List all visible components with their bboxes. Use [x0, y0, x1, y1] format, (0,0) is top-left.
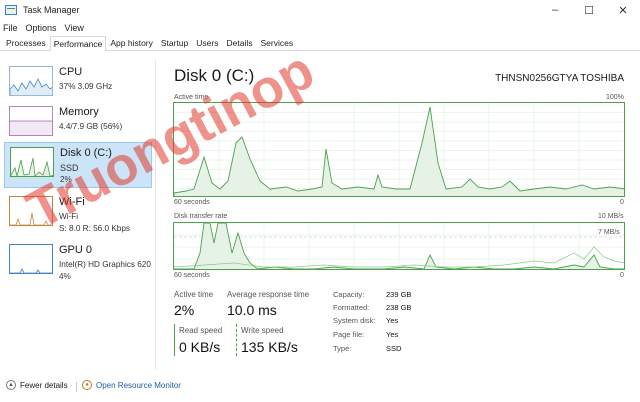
sidebar-item-gpu[interactable]: GPU 0 Intel(R) HD Graphics 620 4% — [4, 240, 152, 286]
write-speed-marker — [236, 324, 237, 356]
property-label: Capacity: — [333, 290, 365, 299]
sidebar-item-throughput: S: 8.0 R: 56.0 Kbps — [59, 224, 131, 233]
resource-monitor-icon: ● — [82, 380, 92, 390]
disk-thumbnail-graph — [10, 147, 54, 177]
tab-performance[interactable]: Performance — [49, 36, 107, 51]
maximize-button[interactable]: ☐ — [572, 0, 606, 20]
property-label: Type: — [333, 344, 352, 353]
read-speed-value: 0 KB/s — [179, 339, 221, 355]
menu-file[interactable]: File — [3, 23, 18, 33]
page-title: Disk 0 (C:) — [174, 66, 255, 85]
footer-bar: ▲ Fewer details ● Open Resource Monitor — [0, 374, 640, 402]
tab-app-history[interactable]: App history — [106, 36, 157, 50]
property-value: 238 GB — [386, 303, 412, 312]
write-speed-label: Write speed — [241, 326, 284, 335]
tab-processes[interactable]: Processes — [2, 36, 50, 50]
property-value: 239 GB — [386, 290, 412, 299]
cpu-thumbnail-graph — [9, 66, 53, 96]
menu-bar: File Options View — [0, 20, 640, 35]
memory-thumbnail-graph — [9, 106, 53, 136]
graph-transfer-rate-min: 0 — [620, 272, 624, 279]
sidebar-item-detail: SSD — [60, 163, 79, 173]
task-manager-icon — [5, 5, 17, 15]
graph-transfer-rate-window: 60 seconds — [174, 272, 210, 279]
sidebar-item-label: Disk 0 (C:) — [60, 147, 112, 159]
sidebar-item-label: CPU — [59, 66, 83, 78]
performance-sidebar: CPU 37% 3.09 GHz Memory 4.4/7.9 GB (56%)… — [0, 60, 156, 370]
graph-active-time-window: 60 seconds — [174, 199, 210, 206]
sidebar-item-detail: Wi-Fi — [59, 212, 79, 221]
graph-transfer-rate-reference: 7 MB/s — [598, 229, 620, 236]
close-button[interactable]: ✕ — [606, 0, 640, 20]
transfer-rate-graph — [173, 222, 625, 270]
device-model: THNSN0256GTYA TOSHIBA — [495, 73, 624, 84]
sidebar-item-detail: 37% 3.09 GHz — [59, 82, 113, 91]
write-speed-value: 135 KB/s — [241, 339, 298, 355]
minimize-button[interactable]: – — [538, 0, 572, 20]
open-resource-monitor-label: Open Resource Monitor — [96, 380, 181, 390]
active-time-value: 2% — [174, 302, 195, 318]
title-bar: Task Manager – ☐ ✕ — [0, 0, 640, 20]
tab-startup[interactable]: Startup — [157, 36, 192, 50]
sidebar-item-detail: 4.4/7.9 GB (56%) — [59, 122, 123, 131]
read-speed-label: Read speed — [179, 326, 223, 335]
graph-transfer-rate-title: Disk transfer rate — [174, 213, 228, 220]
sidebar-item-usage: 4% — [59, 272, 71, 281]
property-label: Page file: — [333, 330, 365, 339]
chevron-up-icon: ▲ — [6, 380, 16, 390]
sidebar-item-label: GPU 0 — [59, 244, 93, 256]
property-label: Formatted: — [333, 303, 370, 312]
menu-options[interactable]: Options — [26, 23, 57, 33]
tab-services[interactable]: Services — [256, 36, 297, 50]
tab-details[interactable]: Details — [223, 36, 257, 50]
fewer-details-label: Fewer details — [20, 380, 68, 390]
graph-transfer-rate-max: 10 MB/s — [598, 213, 624, 220]
read-speed-marker — [174, 324, 175, 356]
window-title: Task Manager — [23, 5, 80, 15]
avg-response-value: 10.0 ms — [227, 302, 277, 318]
sidebar-item-label: Wi-Fi — [59, 196, 85, 208]
graph-active-time-title: Active time — [174, 94, 209, 101]
avg-response-label: Average response time — [227, 290, 310, 299]
sidebar-item-label: Memory — [59, 106, 99, 118]
sidebar-item-wifi[interactable]: Wi-Fi Wi-Fi S: 8.0 R: 56.0 Kbps — [4, 192, 152, 238]
active-time-label: Active time — [174, 290, 214, 299]
footer-separator — [76, 382, 77, 392]
sidebar-item-detail: Intel(R) HD Graphics 620 — [59, 260, 151, 269]
open-resource-monitor-link[interactable]: ● Open Resource Monitor — [82, 380, 181, 390]
wifi-thumbnail-graph — [9, 196, 53, 226]
graph-active-time-max: 100% — [606, 94, 624, 101]
graph-active-time-min: 0 — [620, 199, 624, 206]
property-value: Yes — [386, 316, 399, 325]
property-label: System disk: — [333, 316, 376, 325]
sidebar-item-usage: 2% — [60, 175, 72, 184]
window-controls: – ☐ ✕ — [538, 0, 640, 20]
tab-users[interactable]: Users — [192, 36, 222, 50]
active-time-graph — [173, 102, 625, 197]
tab-bar: Processes Performance App history Startu… — [0, 36, 640, 51]
property-value: SSD — [386, 344, 402, 353]
gpu-thumbnail-graph — [9, 244, 53, 274]
property-value: Yes — [386, 330, 399, 339]
sidebar-item-disk[interactable]: Disk 0 (C:) SSD 2% — [4, 142, 152, 188]
menu-view[interactable]: View — [65, 23, 84, 33]
fewer-details-button[interactable]: ▲ Fewer details — [6, 380, 68, 390]
